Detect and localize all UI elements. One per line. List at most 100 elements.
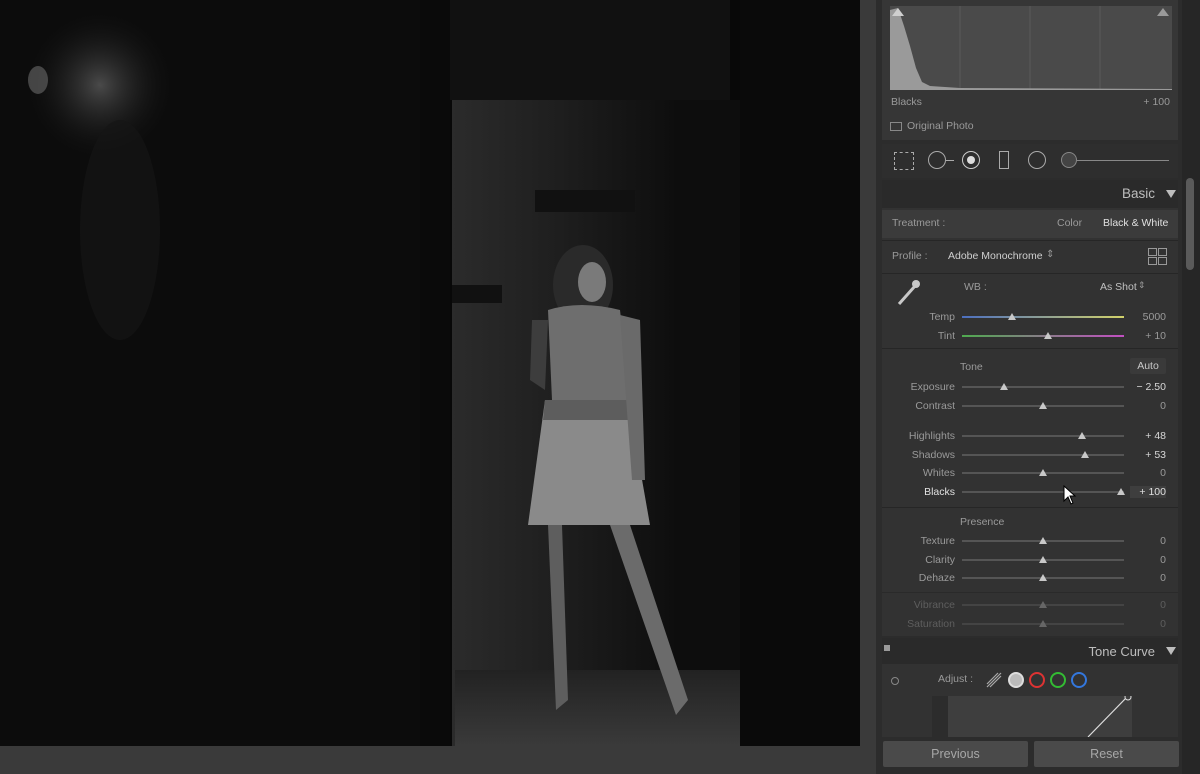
spot-removal-tail-icon [946,160,954,161]
panel-scrollbar[interactable] [1182,0,1200,774]
wb-label: WB : [964,281,987,293]
dehaze-label: Dehaze [918,572,955,585]
red-channel-icon[interactable] [1029,672,1045,688]
wb-eyedropper-icon[interactable] [893,278,923,308]
original-photo-checkbox[interactable] [890,122,902,131]
exposure-slider-track[interactable] [962,386,1124,388]
texture-label: Texture [920,535,955,547]
texture-value[interactable]: 0 [1130,535,1166,547]
blacks-label: Blacks [924,486,955,498]
profile-dropdown[interactable]: Adobe Monochrome [948,250,1043,262]
green-channel-icon[interactable] [1050,672,1066,688]
histogram-graph [890,6,1172,90]
tint-label: Tint [937,330,955,342]
auto-tone-button[interactable]: Auto [1130,358,1166,374]
dehaze-slider-thumb[interactable] [1039,574,1047,582]
blue-channel-icon[interactable] [1071,672,1087,688]
collapse-triangle-icon[interactable] [1166,190,1176,198]
wb-dropdown[interactable]: As Shot [1100,281,1137,293]
reset-button[interactable]: Reset [1034,741,1179,767]
tint-value[interactable]: + 10 [1130,330,1166,342]
vibrance-label: Vibrance [913,599,955,611]
shadow-clipping-icon[interactable] [892,8,904,16]
blacks-slider-track[interactable] [962,491,1124,493]
vibrance-value[interactable]: 0 [1130,599,1166,611]
panel-divider [860,0,876,746]
shadows-value[interactable]: + 53 [1130,449,1166,461]
brush-slider-track[interactable] [1077,160,1169,161]
crop-overlay-icon[interactable] [894,152,914,170]
dehaze-value[interactable]: 0 [1130,572,1166,584]
profile-stepper-icon[interactable]: ⇕ [1046,249,1054,260]
exposure-value[interactable]: − 2.50 [1130,381,1167,393]
tint-slider-thumb[interactable] [1043,332,1052,339]
profile-browser-grid-icon[interactable] [1148,248,1167,265]
clarity-value[interactable]: 0 [1130,554,1166,566]
wb-stepper-icon[interactable]: ⇕ [1138,280,1146,291]
histogram-readout-value: + 100 [1143,96,1170,108]
presence-label: Presence [960,516,1005,528]
scrollbar-thumb[interactable] [1186,178,1194,270]
basic-title: Basic [1121,186,1155,201]
collapse-triangle-icon[interactable] [1166,647,1176,655]
treatment-label: Treatment : [892,217,946,229]
original-photo-label: Original Photo [907,120,974,132]
divider [882,273,1178,274]
target-adjust-icon[interactable] [891,677,899,685]
blacks-value[interactable]: + 100 [1130,486,1166,498]
temp-label: Temp [929,311,955,323]
photo-image [0,0,860,746]
adjust-label: Adjust : [938,673,974,685]
tone-curve-graph[interactable] [932,693,1132,738]
previous-button[interactable]: Previous [883,741,1028,767]
vibrance-slider-thumb[interactable] [1039,601,1047,608]
contrast-slider-thumb[interactable] [1039,401,1047,409]
contrast-label: Contrast [915,399,955,412]
whites-slider-thumb[interactable] [1039,469,1047,477]
point-curve-white-icon[interactable] [1008,672,1024,688]
tone-label: Tone [960,361,983,373]
temp-value[interactable]: 5000 [1130,311,1166,323]
shadows-slider-track[interactable] [962,453,1124,456]
temp-slider-thumb[interactable] [1008,313,1017,320]
graduated-filter-icon[interactable] [999,151,1009,169]
divider [882,507,1178,508]
exposure-slider-thumb[interactable] [1000,383,1009,390]
whites-value[interactable]: 0 [1130,467,1166,479]
brush-icon[interactable] [1061,152,1077,168]
filmstrip-bar [0,746,876,774]
whites-label: Whites [922,467,955,480]
clarity-label: Clarity [925,553,955,566]
clarity-slider-thumb[interactable] [1039,555,1047,563]
contrast-value[interactable]: 0 [1130,400,1166,412]
treatment-bw-option[interactable]: Black & White [1103,217,1168,229]
highlights-label: Highlights [908,430,955,443]
red-eye-pupil-icon [967,156,975,164]
spot-removal-icon[interactable] [928,151,946,169]
saturation-slider-thumb[interactable] [1039,619,1047,627]
tone-curve-title: Tone Curve [1088,644,1155,659]
radial-filter-icon[interactable] [1028,151,1046,169]
mouse-cursor-icon [1063,484,1077,505]
temp-slider-track[interactable] [962,316,1124,318]
shadows-label: Shadows [911,448,955,461]
divider [882,592,1178,593]
parametric-curve-icon[interactable] [985,671,1003,689]
exposure-label: Exposure [910,381,955,393]
treatment-color-option[interactable]: Color [1057,217,1082,229]
highlights-slider-thumb[interactable] [1077,432,1086,440]
shadows-slider-thumb[interactable] [1081,450,1090,458]
blacks-slider-thumb[interactable] [1116,488,1125,495]
histogram-readout-label: Blacks [891,96,922,108]
texture-slider-thumb[interactable] [1039,537,1047,544]
highlights-slider-track[interactable] [962,435,1124,438]
divider [882,348,1178,349]
highlights-value[interactable]: + 48 [1130,430,1166,442]
saturation-value[interactable]: 0 [1130,618,1166,630]
divider [882,240,1178,241]
photo-canvas[interactable] [0,0,860,746]
highlight-clipping-icon[interactable] [1157,8,1169,16]
profile-label: Profile : [892,250,928,262]
panel-switch-icon[interactable] [884,645,890,651]
saturation-label: Saturation [907,617,955,630]
